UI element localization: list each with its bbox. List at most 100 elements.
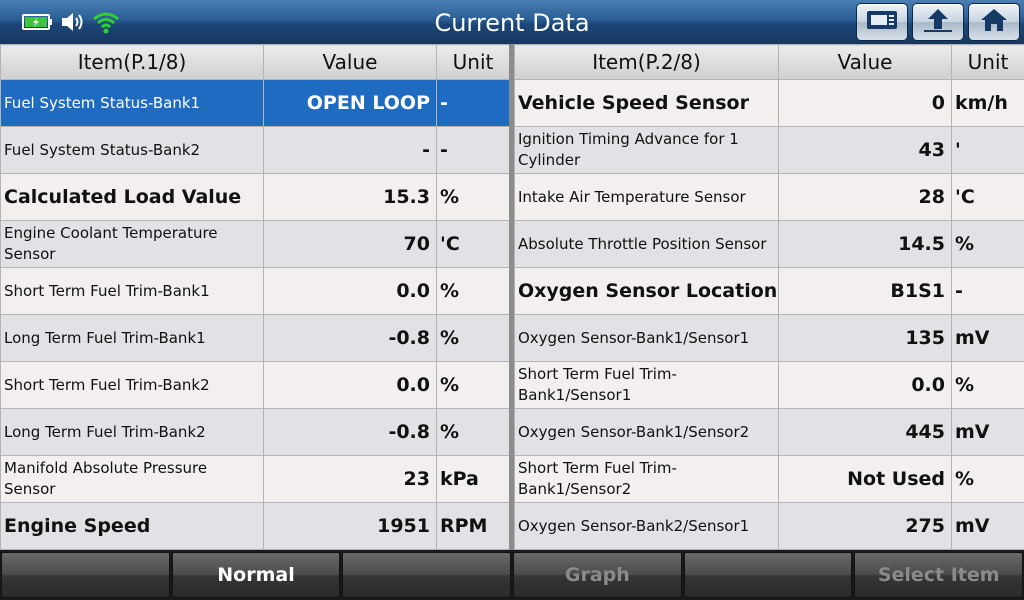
item-unit: 'C [436,220,510,268]
item-unit: ' [951,126,1024,174]
item-value: OPEN LOOP [263,79,437,127]
item-value: Not Used [778,455,952,503]
item-value: 275 [778,502,952,550]
table-row[interactable]: Intake Air Temperature Sensor 28 'C [514,173,1024,221]
item-name: Oxygen Sensor-Bank1/Sensor1 [514,314,779,362]
item-name: Absolute Throttle Position Sensor [514,220,779,268]
item-unit: - [436,126,510,174]
data-table-page-1: Item(P.1/8) Value Unit Fuel System Statu… [0,44,510,550]
item-unit: - [951,267,1024,315]
item-value: 0.0 [778,361,952,409]
table-header: Item(P.2/8) Value Unit [514,44,1024,80]
item-name: Fuel System Status-Bank2 [0,126,264,174]
normal-button[interactable]: Normal [171,552,341,598]
column-header-item: Item(P.1/8) [0,44,264,80]
item-unit: % [951,455,1024,503]
home-icon [979,7,1009,37]
item-unit: mV [951,502,1024,550]
column-header-value: Value [263,44,437,80]
item-unit: % [436,173,510,221]
item-unit: % [436,267,510,315]
item-value: 0 [778,79,952,127]
item-name: Long Term Fuel Trim-Bank1 [0,314,264,362]
item-value: 23 [263,455,437,503]
table-row[interactable]: Manifold Absolute Pressure Sensor 23 kPa [0,455,510,503]
table-row[interactable]: Ignition Timing Advance for 1 Cylinder 4… [514,126,1024,174]
item-name: Engine Speed [0,502,264,550]
item-value: 1951 [263,502,437,550]
item-name: Fuel System Status-Bank1 [0,79,264,127]
item-unit: % [951,220,1024,268]
graph-button[interactable]: Graph [513,552,682,598]
column-header-item: Item(P.2/8) [514,44,779,80]
item-name: Ignition Timing Advance for 1 Cylinder [514,126,779,174]
table-row[interactable]: Fuel System Status-Bank1 OPEN LOOP - [0,79,510,127]
table-row[interactable]: Calculated Load Value 15.3 % [0,173,510,221]
item-value: 15.3 [263,173,437,221]
back-arrow-icon [922,7,954,37]
item-unit: % [436,314,510,362]
table-row[interactable]: Short Term Fuel Trim-Bank1/Sensor2 Not U… [514,455,1024,503]
column-header-value: Value [778,44,952,80]
item-unit: % [436,408,510,456]
item-value: 135 [778,314,952,362]
nav-buttons [856,3,1020,41]
item-name: Oxygen Sensor-Bank1/Sensor2 [514,408,779,456]
item-unit: % [436,361,510,409]
table-row[interactable]: Short Term Fuel Trim-Bank2 0.0 % [0,361,510,409]
item-value: 14.5 [778,220,952,268]
item-unit: 'C [951,173,1024,221]
item-name: Oxygen Sensor Location [514,267,779,315]
home-button[interactable] [968,3,1020,41]
item-name: Calculated Load Value [0,173,264,221]
table-row[interactable]: Fuel System Status-Bank2 - - [0,126,510,174]
item-value: 445 [778,408,952,456]
item-name: Manifold Absolute Pressure Sensor [0,455,264,503]
item-value: 43 [778,126,952,174]
table-row[interactable]: Long Term Fuel Trim-Bank2 -0.8 % [0,408,510,456]
item-unit: RPM [436,502,510,550]
item-value: 0.0 [263,267,437,315]
table-row[interactable]: Oxygen Sensor-Bank1/Sensor1 135 mV [514,314,1024,362]
table-row[interactable]: Oxygen Sensor-Bank1/Sensor2 445 mV [514,408,1024,456]
item-value: 28 [778,173,952,221]
table-row[interactable]: Absolute Throttle Position Sensor 14.5 % [514,220,1024,268]
print-button[interactable] [856,3,908,41]
item-name: Engine Coolant Temperature Sensor [0,220,264,268]
item-name: Short Term Fuel Trim-Bank1/Sensor1 [514,361,779,409]
column-header-unit: Unit [436,44,510,80]
back-button[interactable] [912,3,964,41]
print-icon [865,8,899,36]
item-value: B1S1 [778,267,952,315]
title-bar: Current Data [0,0,1024,44]
data-table-page-2: Item(P.2/8) Value Unit Vehicle Speed Sen… [514,44,1024,550]
item-value: 0.0 [263,361,437,409]
item-value: 70 [263,220,437,268]
item-name: Intake Air Temperature Sensor [514,173,779,221]
toolbar-button-empty-2 [342,552,512,598]
item-unit: % [951,361,1024,409]
item-value: -0.8 [263,314,437,362]
item-unit: km/h [951,79,1024,127]
item-unit: - [436,79,510,127]
bottom-toolbar: Normal Graph Select Item [0,550,1024,600]
table-row[interactable]: Short Term Fuel Trim-Bank1 0.0 % [0,267,510,315]
column-header-unit: Unit [951,44,1024,80]
item-unit: kPa [436,455,510,503]
table-row[interactable]: Short Term Fuel Trim-Bank1/Sensor1 0.0 % [514,361,1024,409]
table-row[interactable]: Oxygen Sensor Location B1S1 - [514,267,1024,315]
table-row[interactable]: Vehicle Speed Sensor 0 km/h [514,79,1024,127]
item-name: Vehicle Speed Sensor [514,79,779,127]
table-row[interactable]: Engine Coolant Temperature Sensor 70 'C [0,220,510,268]
table-row[interactable]: Engine Speed 1951 RPM [0,502,510,550]
select-item-button[interactable]: Select Item [854,552,1024,598]
item-value: -0.8 [263,408,437,456]
item-unit: mV [951,314,1024,362]
item-name: Short Term Fuel Trim-Bank1 [0,267,264,315]
table-row[interactable]: Oxygen Sensor-Bank2/Sensor1 275 mV [514,502,1024,550]
item-name: Short Term Fuel Trim-Bank2 [0,361,264,409]
toolbar-button-empty-1 [1,552,170,598]
table-row[interactable]: Long Term Fuel Trim-Bank1 -0.8 % [0,314,510,362]
table-header: Item(P.1/8) Value Unit [0,44,510,80]
item-name: Long Term Fuel Trim-Bank2 [0,408,264,456]
